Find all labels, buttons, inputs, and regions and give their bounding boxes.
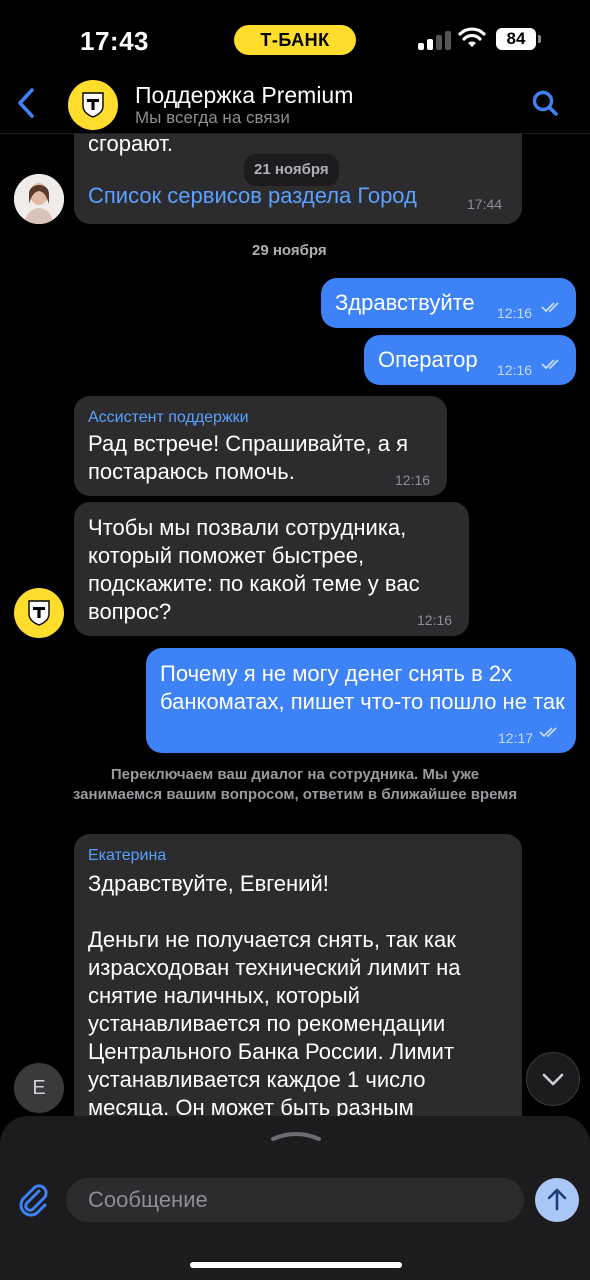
signal-icon — [418, 30, 452, 50]
message-time: 12:17 — [498, 730, 534, 746]
message-time: 12:16 — [417, 612, 453, 628]
send-arrow-icon — [547, 1188, 567, 1211]
message-link[interactable]: Список сервисов раздела Город — [88, 182, 417, 210]
operator-initial: E — [32, 1077, 46, 1099]
message-text: сгорают. — [88, 134, 174, 156]
expand-handle-icon[interactable] — [270, 1128, 322, 1142]
home-indicator — [190, 1262, 402, 1268]
operator-avatar: E — [14, 1063, 64, 1113]
message-bubble-incoming[interactable]: Чтобы мы позвали сотрудника, который пом… — [74, 502, 469, 636]
bank-shield-icon — [28, 600, 50, 626]
message-text: Здравствуйте — [335, 290, 475, 315]
double-check-icon — [541, 302, 559, 313]
double-check-icon — [541, 359, 559, 370]
status-time: 17:43 — [80, 26, 149, 56]
back-arrow-icon[interactable] — [12, 86, 44, 120]
scroll-down-button[interactable] — [526, 1052, 580, 1106]
message-bubble[interactable]: сгорают. 21 ноября Список сервисов разде… — [74, 134, 522, 224]
message-bubble-incoming[interactable]: Екатерина Здравствуйте, Евгений! Деньги … — [74, 834, 522, 1116]
chat-avatar[interactable] — [68, 80, 118, 130]
message-greeting: Здравствуйте, Евгений! — [88, 871, 329, 896]
message-text: Оператор — [378, 347, 478, 372]
carrier-pill: Т-БАНК — [234, 25, 356, 55]
message-bubble-outgoing[interactable]: Здравствуйте 12:16 — [321, 278, 576, 328]
status-bar: 17:43 Т-БАНК 84 — [0, 0, 590, 70]
message-list[interactable]: сгорают. 21 ноября Список сервисов разде… — [0, 134, 590, 1116]
message-bubble-outgoing[interactable]: Оператор 12:16 — [364, 335, 576, 385]
bank-shield-icon — [82, 92, 104, 118]
send-button[interactable] — [535, 1178, 579, 1222]
message-composer — [0, 1116, 590, 1280]
message-sender: Ассистент поддержки — [88, 409, 249, 426]
chat-subtitle: Мы всегда на связи — [135, 108, 290, 127]
chevron-down-icon — [542, 1073, 564, 1086]
chat-header: Поддержка Premium Мы всегда на связи — [0, 70, 590, 134]
search-icon[interactable] — [530, 88, 562, 120]
message-bubble-incoming[interactable]: Ассистент поддержки Рад встрече! Спрашив… — [74, 396, 447, 496]
message-time: 12:16 — [497, 362, 533, 378]
message-input[interactable] — [66, 1178, 524, 1222]
message-text: Чтобы мы позвали сотрудника, который пом… — [88, 515, 420, 624]
message-text: Рад встрече! Спрашивайте, а я постараюсь… — [88, 431, 409, 484]
double-check-icon — [539, 727, 557, 738]
bank-avatar — [14, 588, 64, 638]
chat-title[interactable]: Поддержка Premium — [135, 82, 353, 109]
agent-photo-icon — [14, 174, 64, 224]
paperclip-icon[interactable] — [16, 1182, 52, 1218]
message-sender: Екатерина — [88, 847, 167, 864]
message-bubble-outgoing[interactable]: Почему я не могу денег снять в 2х банком… — [146, 648, 576, 753]
message-time: 17:44 — [467, 196, 503, 212]
date-separator: 29 ноября — [252, 242, 327, 259]
message-time: 12:16 — [395, 472, 431, 488]
message-text: Почему я не могу денег снять в 2х банком… — [160, 661, 565, 714]
message-text: Деньги не получается снять, так как изра… — [88, 927, 461, 1116]
battery-icon: 84 — [496, 28, 536, 50]
system-message: Переключаем ваш диалог на сотрудника. Мы… — [72, 766, 518, 803]
support-agent-avatar — [14, 174, 64, 224]
wifi-icon — [458, 27, 486, 47]
message-time: 12:16 — [497, 305, 533, 321]
